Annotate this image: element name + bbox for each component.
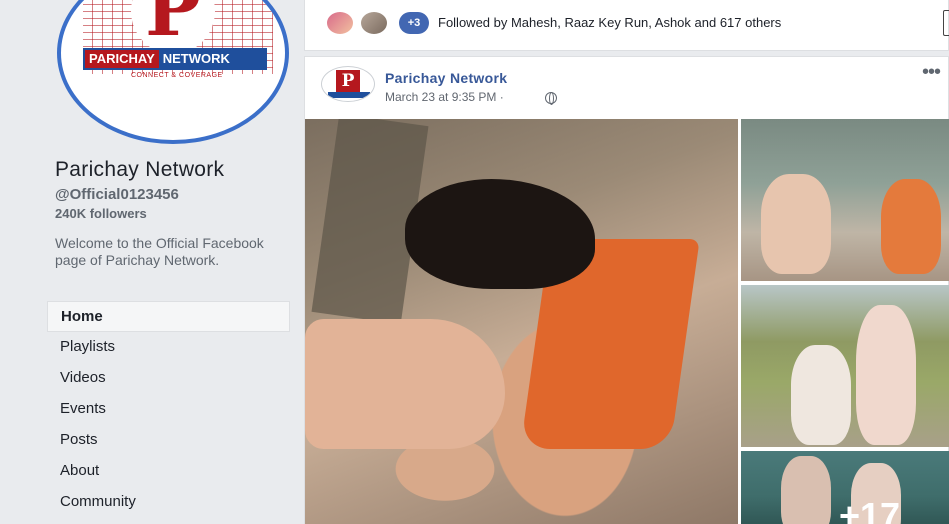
logo-banner: PARICHAY NETWORK (83, 48, 267, 70)
photo-scene-figure (761, 174, 831, 274)
follower-avatar[interactable] (359, 10, 389, 36)
photo-scene-hair (405, 179, 595, 289)
nav-item-posts[interactable]: Posts (47, 425, 290, 456)
photo-scene-figure (856, 305, 916, 445)
post-avatar-letter: P (336, 70, 360, 92)
right-edge-control[interactable] (943, 10, 949, 36)
post-author-avatar[interactable]: P (321, 66, 375, 102)
more-photos-count: +17 (839, 495, 901, 524)
nav-item-playlists[interactable]: Playlists (47, 332, 290, 363)
followed-by-text[interactable]: Followed by Mahesh, Raaz Key Run, Ashok … (438, 15, 781, 30)
more-options-icon[interactable]: ••• (922, 61, 941, 84)
logo-banner-right: NETWORK (158, 50, 265, 68)
page-profile-picture[interactable]: P PARICHAY NETWORK CONNECT & COVERAGE (57, 0, 289, 144)
page-title[interactable]: Parichay Network (55, 158, 224, 182)
logo-banner-left: PARICHAY (85, 50, 159, 68)
globe-icon (545, 92, 557, 105)
post-photo-thumbnail[interactable] (741, 285, 949, 447)
post-photo-main[interactable] (305, 119, 738, 524)
page-nav: Home Playlists Videos Events Posts About… (47, 301, 290, 518)
nav-item-videos[interactable]: Videos (47, 363, 290, 394)
post-photo-thumbnail[interactable] (741, 119, 949, 281)
post-photo-more[interactable]: +17 (741, 451, 949, 524)
nav-item-about[interactable]: About (47, 456, 290, 487)
logo-tagline: CONNECT & COVERAGE (131, 72, 223, 79)
nav-item-events[interactable]: Events (47, 394, 290, 425)
photo-scene-figure (881, 179, 941, 274)
more-followers-badge[interactable]: +3 (399, 12, 429, 34)
page-handle[interactable]: @Official0123456 (55, 186, 179, 203)
photo-scene-figure (781, 456, 831, 524)
photo-scene-figure (305, 319, 505, 449)
page-about-text: Welcome to the Official Facebook page of… (55, 235, 264, 268)
post-avatar-strip (328, 92, 370, 98)
post-author-name[interactable]: Parichay Network (385, 70, 507, 86)
photo-scene-figure (791, 345, 851, 445)
page-followers-count: 240K followers (55, 206, 147, 221)
nav-item-home[interactable]: Home (47, 301, 290, 332)
nav-item-community[interactable]: Community (47, 487, 290, 518)
post-card: P Parichay Network March 23 at 9:35 PM ·… (304, 56, 949, 524)
page-sidebar: P PARICHAY NETWORK CONNECT & COVERAGE Pa… (0, 0, 304, 524)
follower-avatar[interactable] (325, 10, 355, 36)
followed-by-card: +3 Followed by Mahesh, Raaz Key Run, Ash… (304, 0, 949, 51)
post-timestamp[interactable]: March 23 at 9:35 PM · (385, 90, 504, 104)
